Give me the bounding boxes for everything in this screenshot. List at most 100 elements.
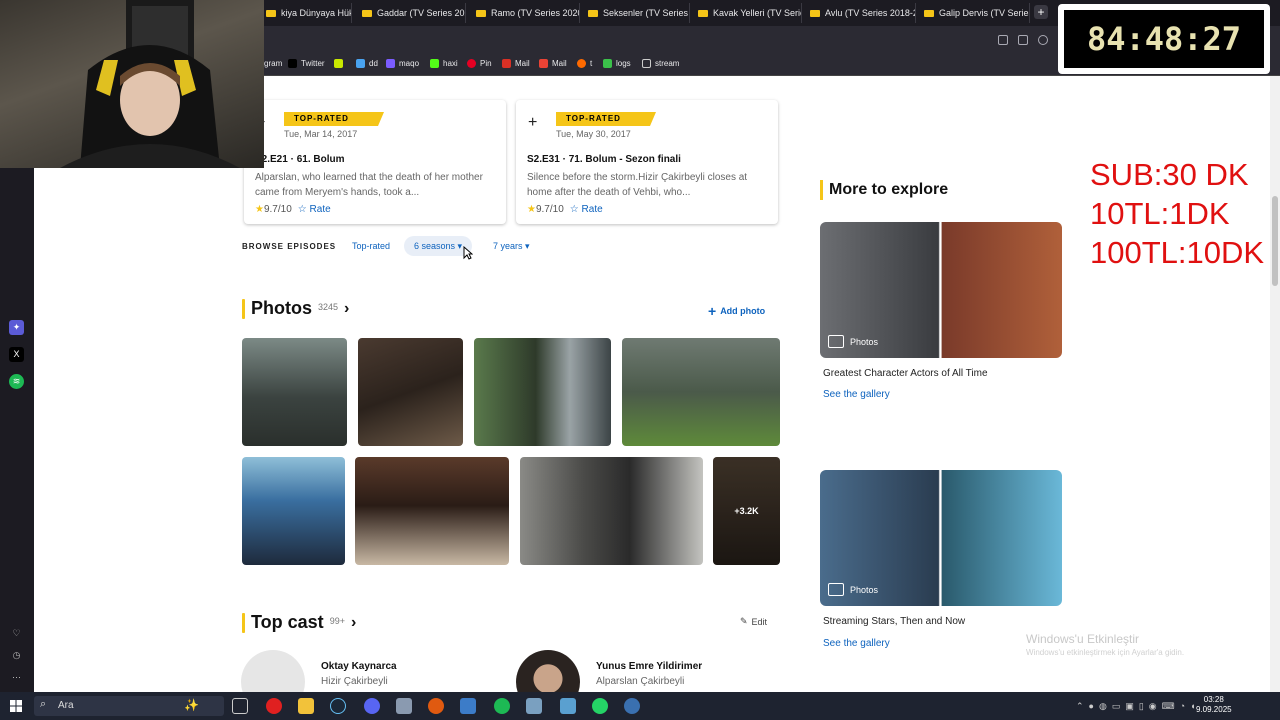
- stream-timer: 84:48:27: [1058, 4, 1270, 74]
- gallery-card[interactable]: Photos: [820, 222, 1062, 358]
- top-cast-heading[interactable]: Top cast 99+ ›: [242, 612, 356, 633]
- bookmark-mail[interactable]: Mail: [539, 59, 567, 68]
- browser-tab[interactable]: kiya Dünyaya Hükümda: [260, 3, 352, 23]
- episode-card[interactable]: + TOP-RATED Tue, Mar 14, 2017 S2.E21 · 6…: [244, 100, 506, 224]
- cast-name[interactable]: Yunus Emre Yildirimer: [596, 661, 702, 672]
- bookmark[interactable]: maqo: [386, 59, 419, 68]
- app-icon[interactable]: [624, 698, 640, 714]
- browser-tab[interactable]: Avlu (TV Series 2018-2019: [804, 3, 916, 23]
- kick-logo-icon: [430, 59, 439, 68]
- bookmark[interactable]: gram: [264, 59, 282, 68]
- episode-rating: ★9.7/10 ☆ Rate: [255, 204, 331, 215]
- photo-thumbnail[interactable]: [474, 338, 611, 446]
- page-scrollbar[interactable]: [1270, 76, 1280, 692]
- cast-role: Hizir Çakirbeyli: [321, 676, 388, 687]
- bookmark[interactable]: t: [577, 59, 592, 68]
- app-icon[interactable]: [460, 698, 476, 714]
- chip-seasons[interactable]: 6 seasons ▾: [404, 236, 473, 256]
- browse-episodes-label: BROWSE EPISODES: [242, 242, 337, 251]
- see-gallery-link[interactable]: See the gallery: [823, 638, 890, 649]
- episode-date: Tue, May 30, 2017: [556, 129, 631, 139]
- add-watchlist-icon[interactable]: +: [528, 114, 537, 132]
- more-icon[interactable]: ⋯: [9, 670, 24, 685]
- caret-down-icon: ▾: [457, 241, 463, 251]
- windows-start-icon[interactable]: [10, 700, 22, 712]
- bookmark[interactable]: haxi: [430, 59, 458, 68]
- bookmark-icon: [386, 59, 395, 68]
- photo-thumbnail[interactable]: [520, 457, 703, 565]
- gallery-caption[interactable]: Greatest Character Actors of All Time: [823, 368, 988, 379]
- photo-thumbnail[interactable]: [622, 338, 780, 446]
- edit-button[interactable]: ✎ Edit: [740, 616, 767, 627]
- history-icon[interactable]: ◷: [9, 648, 24, 663]
- see-gallery-link[interactable]: See the gallery: [823, 389, 890, 400]
- system-tray-icons[interactable]: ⌃●◍▭▣▯◉⌨◔◖: [1076, 701, 1201, 712]
- avatar[interactable]: [241, 650, 305, 692]
- app-icon[interactable]: [560, 698, 576, 714]
- app-icon[interactable]: [396, 698, 412, 714]
- whatsapp-icon[interactable]: [592, 698, 608, 714]
- imdb-favicon-icon: [588, 9, 598, 17]
- photo-thumbnail[interactable]: [242, 338, 347, 446]
- photos-heading[interactable]: Photos 3245 ›: [242, 298, 349, 319]
- spotify-icon[interactable]: [494, 698, 510, 714]
- episode-title[interactable]: S2.E21 · 61. Bolum: [255, 154, 344, 165]
- episode-title[interactable]: S2.E31 · 71. Bolum - Sezon finali: [527, 154, 681, 165]
- spotify-icon[interactable]: ≋: [9, 374, 24, 389]
- chip-years[interactable]: 7 years ▾: [483, 236, 540, 256]
- bookmark-pinterest[interactable]: Pin: [467, 59, 492, 68]
- scrollbar-thumb[interactable]: [1272, 196, 1278, 286]
- app-icon[interactable]: [526, 698, 542, 714]
- photos-icon: [828, 583, 844, 596]
- opera-gx-icon[interactable]: [266, 698, 282, 714]
- windows-activation-title: Windows'u Etkinleştir: [1026, 632, 1139, 646]
- star-icon: ★: [255, 204, 264, 215]
- gmail-icon: [539, 59, 548, 68]
- rate-button[interactable]: ☆ Rate: [570, 204, 603, 215]
- bookmark-mail[interactable]: Mail: [502, 59, 530, 68]
- rate-button[interactable]: ☆ Rate: [298, 204, 331, 215]
- webcam-overlay: [0, 0, 264, 168]
- ai-chat-icon[interactable]: ✦: [9, 320, 24, 335]
- reader-view-icon[interactable]: [998, 35, 1008, 45]
- steam-icon[interactable]: [330, 698, 346, 714]
- bookmark[interactable]: dd: [356, 59, 378, 68]
- cast-role: Alparslan Çakirbeyli: [596, 676, 685, 687]
- x-logo-icon[interactable]: X: [9, 347, 24, 362]
- bookmark-twitter[interactable]: Twitter: [288, 59, 325, 68]
- screenshot-icon[interactable]: [1018, 35, 1028, 45]
- browser-tab[interactable]: Ramo (TV Series 2020-20: [470, 3, 580, 23]
- add-photo-button[interactable]: + Add photo: [708, 303, 765, 319]
- photo-thumbnail-more[interactable]: +3.2K: [713, 457, 780, 565]
- gallery-card[interactable]: Photos: [820, 470, 1062, 606]
- bookmark[interactable]: logs: [603, 59, 631, 68]
- browser-tab[interactable]: Gaddar (TV Series 2024): [356, 3, 466, 23]
- mouse-cursor-icon: [463, 246, 473, 260]
- browser-tab[interactable]: Galip Dervis (TV Series 20: [918, 3, 1030, 23]
- gallery-caption[interactable]: Streaming Stars, Then and Now: [823, 616, 965, 627]
- episode-card[interactable]: + TOP-RATED Tue, May 30, 2017 S2.E31 · 7…: [516, 100, 778, 224]
- browser-tab[interactable]: Kavak Yelleri (TV Series 20: [692, 3, 802, 23]
- taskbar-clock[interactable]: 03:28 9.09.2025: [1196, 695, 1232, 715]
- file-explorer-icon[interactable]: [298, 698, 314, 714]
- new-tab-button[interactable]: +: [1034, 5, 1048, 19]
- heart-icon[interactable]: ♡: [9, 626, 24, 641]
- photo-thumbnail[interactable]: [355, 457, 509, 565]
- discord-icon[interactable]: [364, 698, 380, 714]
- cast-name[interactable]: Oktay Kaynarca: [321, 661, 397, 672]
- plus-icon: +: [708, 303, 717, 319]
- chip-top-rated[interactable]: Top-rated: [342, 236, 400, 256]
- photos-count: 3245: [318, 301, 339, 312]
- shield-icon[interactable]: [1038, 35, 1048, 45]
- photo-thumbnail[interactable]: [358, 338, 463, 446]
- search-icon: ⌕: [40, 698, 47, 710]
- taskbar-search[interactable]: ⌕ Ara ✨: [34, 696, 224, 716]
- browser-tab[interactable]: Seksenler (TV Series 2012: [582, 3, 690, 23]
- avatar[interactable]: [516, 650, 580, 692]
- task-view-icon[interactable]: [232, 698, 248, 714]
- app-icon[interactable]: [428, 698, 444, 714]
- photo-thumbnail[interactable]: [242, 457, 345, 565]
- bookmark[interactable]: [334, 59, 347, 68]
- gallery-photos-badge: Photos: [828, 583, 878, 596]
- bookmark-folder[interactable]: stream: [642, 59, 679, 68]
